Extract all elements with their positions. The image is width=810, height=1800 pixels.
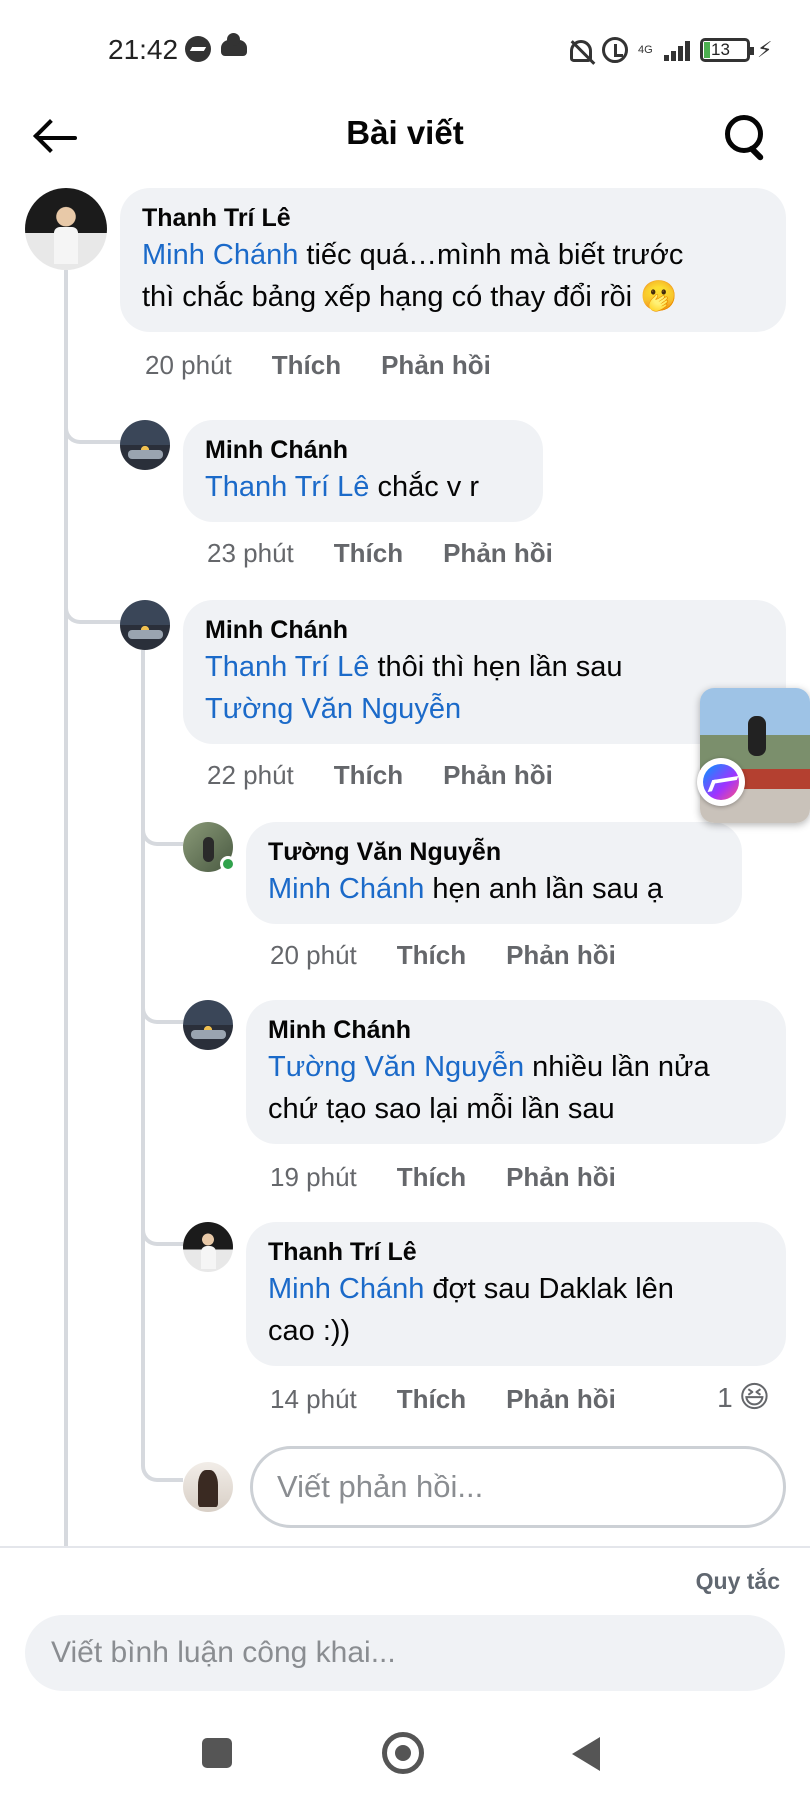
comment-actions: 20 phút Thích Phản hồi [145,350,491,381]
avatar[interactable] [120,420,170,470]
battery-icon: 13 [700,38,754,62]
avatar[interactable] [120,600,170,650]
comment-text: cao :)) [268,1315,351,1347]
reply-input[interactable] [250,1446,786,1528]
mention-link[interactable]: Thanh Trí Lê [205,651,369,683]
thread-branch [64,600,122,624]
page-title: Bài viết [346,114,464,151]
comment-author[interactable]: Thanh Trí Lê [142,202,762,234]
public-comment-input[interactable] [25,1615,785,1691]
mention-link[interactable]: Minh Chánh [268,1273,424,1305]
rules-link[interactable]: Quy tắc [696,1568,780,1595]
like-button[interactable]: Thích [334,538,403,569]
reply-button[interactable]: Phản hồi [443,760,553,791]
like-button[interactable]: Thích [272,350,341,381]
laughing-emoji-icon: 😆 [738,1381,770,1414]
reaction-count: 1 [717,1381,733,1413]
comment-time: 20 phút [270,940,357,970]
avatar[interactable] [183,1222,233,1272]
mention-link[interactable]: Minh Chánh [142,239,298,271]
triangle-icon[interactable] [572,1737,600,1771]
reply-button[interactable]: Phản hồi [381,350,491,381]
reply-button[interactable]: Phản hồi [506,940,616,971]
reply-button[interactable]: Phản hồi [443,538,553,569]
app-header: Bài viết [0,100,810,180]
comment-time: 22 phút [207,760,294,790]
mention-link[interactable]: Tường Văn Nguyễn [268,1051,524,1083]
comment-bubble[interactable]: Minh Chánh Thanh Trí Lê thôi thì hẹn lần… [183,600,786,744]
thread-line-main [64,270,68,1546]
status-bar: 21:42 4G 13 [0,0,810,100]
comment-time: 14 phút [270,1384,357,1414]
comment-author[interactable]: Tường Văn Nguyễn [268,836,718,868]
comment-author[interactable]: Minh Chánh [205,434,519,466]
divider [0,1546,810,1548]
comment-time: 19 phút [270,1162,357,1192]
comment-actions: 20 phút Thích Phản hồi [270,940,616,971]
comment-author[interactable]: Thanh Trí Lê [268,1236,762,1268]
comment-author[interactable]: Minh Chánh [205,614,762,646]
avatar[interactable] [25,188,107,270]
like-button[interactable]: Thích [334,760,403,791]
comment-bubble[interactable]: Thanh Trí Lê Minh Chánh đợt sau Daklak l… [246,1222,786,1366]
circle-icon[interactable] [382,1732,424,1774]
reaction-summary[interactable]: 1 😆 [717,1380,770,1415]
comment-actions: 23 phút Thích Phản hồi [207,538,553,569]
comment-text: Minh Chánh hẹn anh lần sau ạ [268,873,664,905]
status-time: 21:42 [108,34,179,65]
messenger-notification-icon [185,36,211,62]
comment-actions: 14 phút Thích Phản hồi [270,1384,616,1415]
alarm-icon [602,37,628,63]
thread-branch [64,420,122,444]
comment-bubble[interactable]: Thanh Trí Lê Minh Chánh tiếc quá…mình mà… [120,188,786,332]
comment-text: Thanh Trí Lê chắc v r [205,471,480,503]
comment-text: Minh Chánh đợt sau Daklak lên [268,1273,674,1305]
like-button[interactable]: Thích [397,1384,466,1415]
bell-muted-icon [570,40,592,62]
reply-button[interactable]: Phản hồi [506,1162,616,1193]
square-icon[interactable] [202,1738,232,1768]
comment-text: thì chắc bảng xếp hạng có thay đổi rồi 🫢 [142,280,678,313]
comment-bubble[interactable]: Minh Chánh Thanh Trí Lê chắc v r [183,420,543,522]
network-type: 4G [638,43,653,56]
status-icons: 4G 13 [570,32,772,68]
signal-icon [664,39,690,61]
comment-text: Tường Văn Nguyễn nhiều lần nửa [268,1051,710,1083]
comment-author[interactable]: Minh Chánh [268,1014,762,1046]
comment-text: Thanh Trí Lê thôi thì hẹn lần sau [205,651,623,683]
comment-actions: 19 phút Thích Phản hồi [270,1162,616,1193]
face-with-open-eyes-hand-emoji: 🫢 [640,280,678,313]
reply-button[interactable]: Phản hồi [506,1384,616,1415]
comment-actions: 22 phút Thích Phản hồi [207,760,553,791]
cloud-icon [221,33,247,56]
thread-line-nested [141,650,145,1460]
like-button[interactable]: Thích [397,1162,466,1193]
thread-branch [141,1222,183,1246]
thread-branch [141,1000,183,1024]
mention-link[interactable]: Tường Văn Nguyễn [205,688,762,730]
messenger-icon[interactable] [697,758,745,806]
system-nav-bar [0,1710,810,1800]
search-icon[interactable] [720,110,774,164]
comment-text: Minh Chánh tiếc quá…mình mà biết trước [142,239,684,271]
like-button[interactable]: Thích [397,940,466,971]
mention-link[interactable]: Thanh Trí Lê [205,471,369,503]
current-user-avatar [183,1462,233,1512]
thread-branch [141,1458,183,1482]
avatar[interactable] [183,1000,233,1050]
thread-branch [141,822,183,846]
comment-bubble[interactable]: Tường Văn Nguyễn Minh Chánh hẹn anh lần … [246,822,742,924]
comment-bubble[interactable]: Minh Chánh Tường Văn Nguyễn nhiều lần nử… [246,1000,786,1144]
charging-icon [757,37,772,63]
mention-link[interactable]: Minh Chánh [268,873,424,905]
comment-time: 20 phút [145,350,232,380]
comment-text: chứ tạo sao lại mỗi lần sau [268,1093,615,1125]
online-status-dot [220,856,236,872]
comment-time: 23 phút [207,538,294,568]
